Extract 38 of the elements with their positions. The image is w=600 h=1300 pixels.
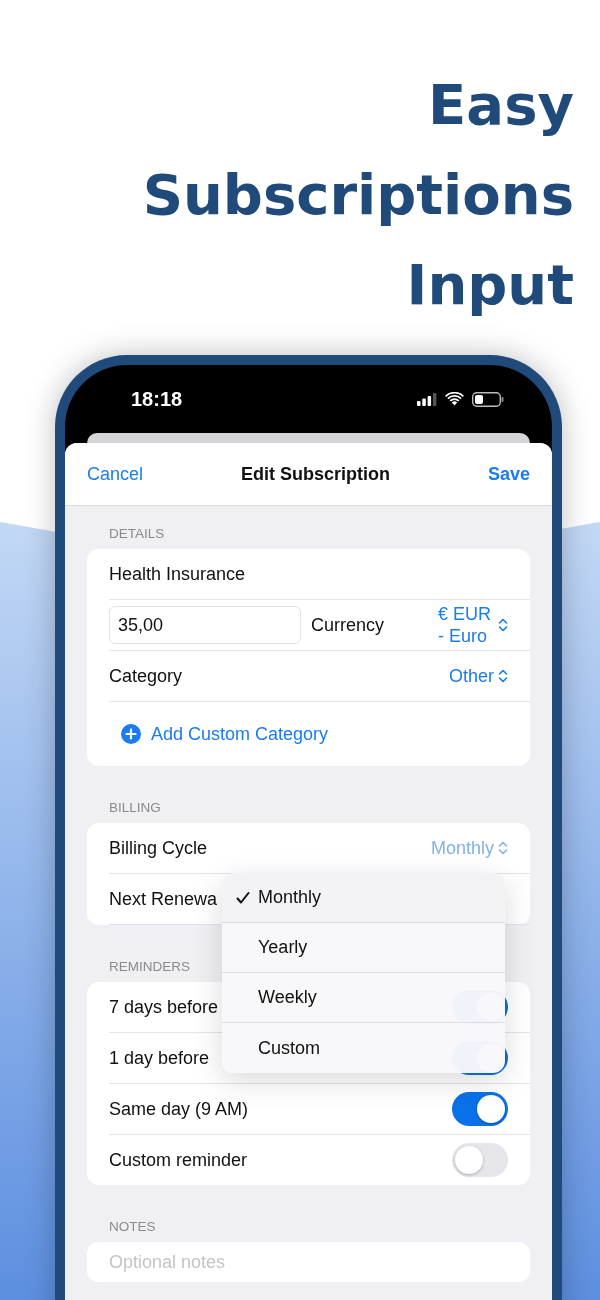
chevron-icon [498,668,508,684]
cancel-button[interactable]: Cancel [87,463,144,485]
section-header: REMINDERS [108,958,191,976]
save-button[interactable]: Save [487,463,530,485]
checkmark-icon [236,890,250,905]
menu-item[interactable]: Monthly [222,873,505,923]
row-label: Health Insurance [109,563,246,585]
plus-icon [121,724,141,744]
value-picker[interactable]: Other [448,665,508,687]
row-label: Next Renewa [109,888,218,910]
row-label: 1 day before [109,1047,210,1069]
section-header: DETAILS [108,525,166,543]
toggle-switch[interactable] [452,1143,508,1177]
notes-field[interactable]: Optional notes [87,1242,530,1282]
currency-picker[interactable]: € EUR - Euro [438,603,508,647]
headline: Easy Subscriptions Input [142,71,574,319]
wifi-icon [445,392,464,406]
amount-field[interactable]: 35,00 [109,606,301,644]
section-header: NOTES [108,1218,157,1236]
battery-icon [472,391,504,407]
notes-input[interactable]: Optional notes [109,1247,508,1277]
chevron-icon [498,617,508,633]
row-label: Same day (9 AM) [109,1098,249,1120]
row-label: Custom reminder [109,1149,248,1171]
row-label: Billing Cycle [109,837,208,859]
add-category-button[interactable]: Add Custom Category [109,723,329,745]
toggle-switch[interactable] [452,1092,508,1126]
status-time: 18:18 [131,387,184,411]
row-label: Currency [311,614,385,636]
menu-item[interactable]: Custom [222,1023,505,1073]
chevron-icon [498,840,508,856]
sheet-title: Edit Subscription [241,463,390,485]
value-picker[interactable]: Monthly [430,837,508,859]
row-label: 7 days before [109,996,219,1018]
signal-icon [417,392,437,406]
row-label: Category [109,665,183,687]
menu-item[interactable]: Yearly [222,923,505,973]
section-header: BILLING [108,799,162,817]
